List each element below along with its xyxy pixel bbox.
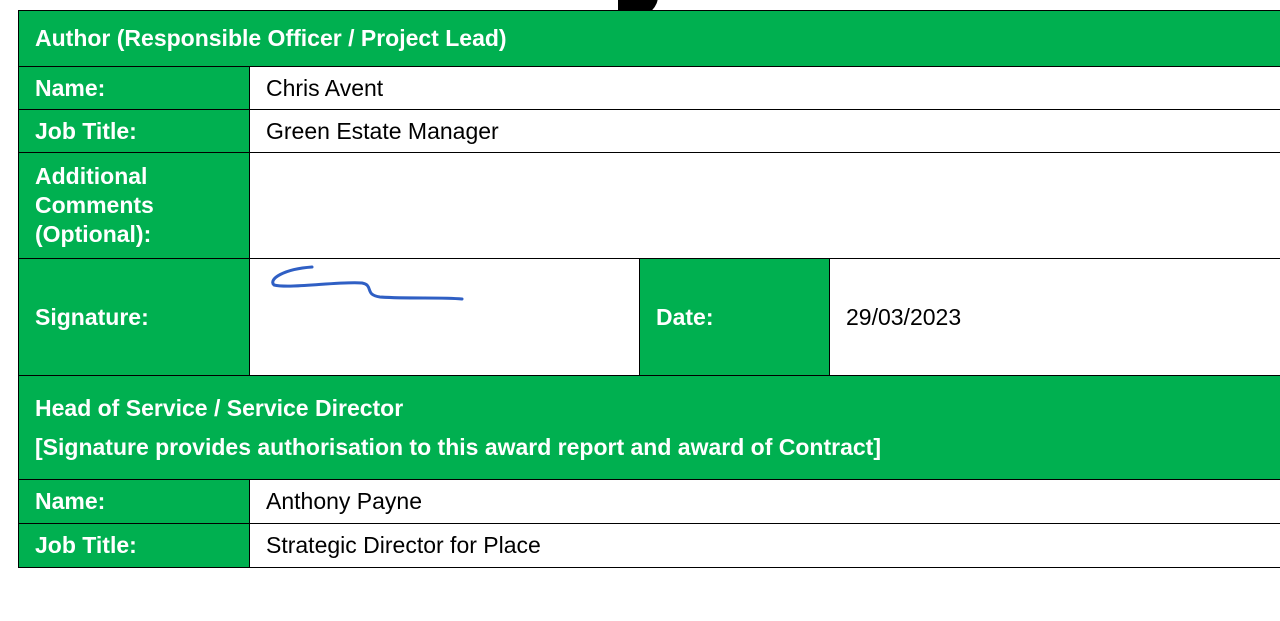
head-of-service-heading: Head of Service / Service Director [Sign…: [17, 375, 1280, 480]
comments-label-line-3: (Optional):: [35, 221, 152, 247]
additional-comments-label: Additional Comments (Optional):: [18, 152, 250, 259]
author-job-title-value: Green Estate Manager: [248, 109, 1280, 153]
author-name-value: Chris Avent: [248, 66, 1280, 110]
author-section-heading: Author (Responsible Officer / Project Le…: [17, 10, 1280, 67]
author-job-title-label: Job Title:: [18, 109, 250, 153]
date-label: Date:: [639, 258, 830, 376]
comments-label-line-2: Comments: [35, 192, 154, 218]
handwritten-signature: [271, 265, 464, 301]
comments-label-line-1: Additional: [35, 163, 148, 189]
director-name-value: Anthony Payne: [248, 479, 1280, 524]
additional-comments-value: [248, 152, 1280, 259]
author-name-label: Name:: [18, 66, 250, 110]
director-job-title-value: Strategic Director for Place: [248, 523, 1280, 568]
director-job-title-label: Job Title:: [18, 523, 250, 568]
award-report-signoff-table: Author (Responsible Officer / Project Le…: [17, 10, 1280, 568]
author-signature: [249, 258, 640, 376]
signature-label: Signature:: [18, 258, 250, 376]
date-value: 29/03/2023: [828, 258, 1280, 376]
director-name-label: Name:: [18, 479, 250, 524]
head-of-service-heading-line-1: Head of Service / Service Director: [35, 394, 404, 421]
head-of-service-heading-line-2: [Signature provides authorisation to thi…: [35, 433, 881, 460]
